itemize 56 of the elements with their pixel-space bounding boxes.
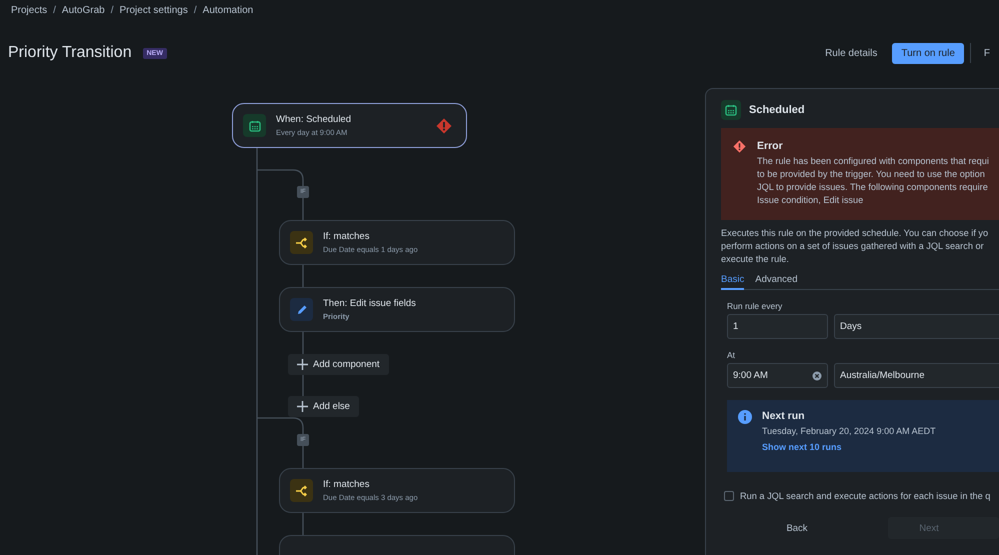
breadcrumb-separator: / xyxy=(194,4,197,16)
checkbox-label: Run a JQL search and execute actions for each issue in the q xyxy=(740,491,990,501)
timezone-select[interactable]: Australia/Melbourne xyxy=(834,363,999,388)
field-label: Run rule every xyxy=(727,301,784,311)
time-field[interactable]: 9:00 AM xyxy=(727,363,828,388)
checkbox[interactable] xyxy=(724,491,734,501)
show-runs-link[interactable]: Show next 10 runs xyxy=(762,442,936,452)
description-line: perform actions on a set of issues gathered with a JQL search or xyxy=(721,241,985,252)
breadcrumb-separator: / xyxy=(110,4,114,16)
description-line: Executes this rule on the provided schedule. You can choose if yo xyxy=(721,228,990,239)
next-run-date: Tuesday, February 20, 2024 9:00 AM AEDT xyxy=(762,426,936,436)
node-title: Then: Edit issue fields xyxy=(323,298,417,309)
calendar-icon xyxy=(243,114,266,137)
interval-field[interactable]: 1 xyxy=(727,314,828,339)
error-message-line: Issue condition, Edit issue xyxy=(757,195,864,206)
tab[interactable]: Basic xyxy=(721,274,744,290)
error-message-line: The rule has been configured with components that requi xyxy=(757,156,989,167)
breadcrumb-link[interactable]: Project settings xyxy=(120,4,188,16)
panel-title: Scheduled xyxy=(749,104,805,116)
pencil-icon xyxy=(290,298,313,321)
add-button[interactable]: Add else xyxy=(288,396,359,417)
error-title: Error xyxy=(757,140,784,152)
info-icon xyxy=(738,410,752,424)
connector-line xyxy=(302,198,304,220)
back-button[interactable]: Back xyxy=(727,517,867,539)
header-button[interactable]: Turn on rule xyxy=(892,42,964,64)
connector-line xyxy=(302,374,304,396)
branch-icon xyxy=(290,479,313,502)
node-title: If: matches xyxy=(323,479,370,490)
error-message-line: to be provided by the trigger. You need to use the option xyxy=(757,169,986,180)
breadcrumb-link[interactable]: Projects xyxy=(11,4,48,16)
tab[interactable]: Advanced xyxy=(755,274,798,290)
breadcrumb-link[interactable]: AutoGrab xyxy=(62,4,105,16)
description-line: execute the rule. xyxy=(721,254,790,265)
unit-select[interactable]: Days xyxy=(834,314,999,339)
connector-line xyxy=(302,265,304,287)
node-title: If: matches xyxy=(323,231,370,242)
page-title: Priority Transition xyxy=(8,44,132,62)
clear-icon[interactable] xyxy=(812,370,822,380)
plus-icon xyxy=(297,359,308,370)
field-label: At xyxy=(727,350,736,360)
header-button[interactable]: Rule details xyxy=(816,42,886,64)
node-title: When: Scheduled xyxy=(276,114,352,125)
branch-icon xyxy=(290,231,313,254)
add-button[interactable]: Add component xyxy=(288,354,389,375)
next-run-title: Next run xyxy=(762,410,806,422)
header-button[interactable]: F xyxy=(974,42,999,64)
connector-line xyxy=(302,446,304,468)
calendar-icon xyxy=(721,100,741,120)
plus-icon xyxy=(297,401,308,412)
connector-line xyxy=(302,513,304,535)
breadcrumb-link[interactable]: Automation xyxy=(202,4,254,16)
error-message-line: JQL to provide issues. The following components require xyxy=(757,182,989,193)
connector-line xyxy=(302,332,304,354)
breadcrumb-separator: / xyxy=(53,4,56,16)
error-icon xyxy=(733,140,746,153)
